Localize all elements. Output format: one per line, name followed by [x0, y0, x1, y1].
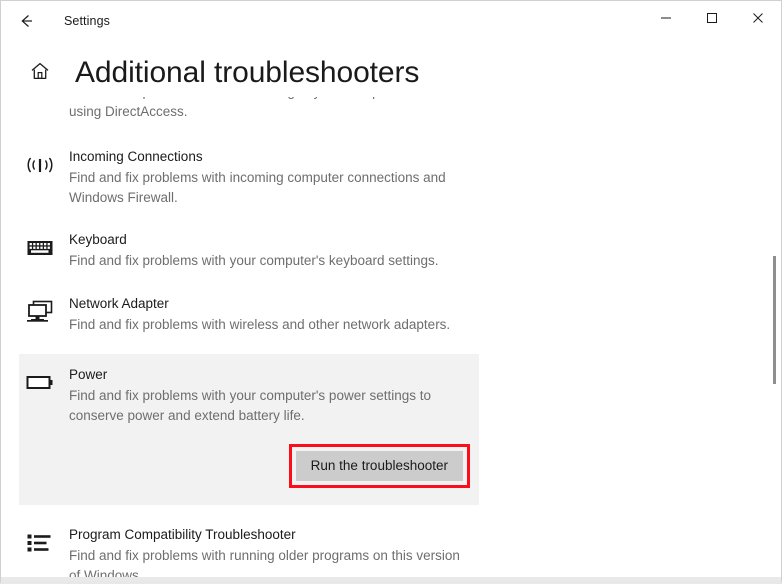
troubleshooter-description: Find and fix problems with incoming comp…	[69, 170, 446, 205]
list-item[interactable]: Keyboard Find and fix problems with your…	[1, 230, 761, 271]
back-button[interactable]	[5, 2, 49, 40]
home-button[interactable]	[27, 60, 53, 86]
scrollbar-thumb[interactable]	[773, 256, 776, 384]
maximize-button[interactable]	[689, 1, 735, 34]
troubleshooter-list-viewport: Find and fix problems with connecting to…	[1, 40, 781, 581]
run-the-troubleshooter-button[interactable]: Run the troubleshooter	[295, 451, 463, 481]
window-caption-buttons	[643, 1, 781, 34]
troubleshooter-description: Find and fix problems with your computer…	[69, 388, 431, 423]
minimize-button[interactable]	[643, 1, 689, 34]
maximize-icon	[706, 12, 718, 24]
minimize-icon	[660, 12, 672, 24]
broadcast-antenna-icon	[26, 147, 60, 207]
settings-window: Settings Additional troubleshooters usin…	[0, 0, 782, 584]
troubleshooter-name: Power	[69, 367, 108, 382]
troubleshooter-name: Network Adapter	[69, 295, 169, 311]
list-item[interactable]: Incoming Connections Find and fix proble…	[1, 147, 761, 207]
battery-icon	[26, 365, 60, 425]
annotation-highlight-box: Run the troubleshooter	[288, 444, 470, 488]
troubleshooter-description: Find and fix problems with running older…	[69, 548, 460, 581]
home-icon	[29, 60, 51, 87]
list-item[interactable]: Network Adapter Find and fix problems wi…	[1, 294, 761, 335]
window-bottom-edge	[1, 577, 781, 581]
app-title: Settings	[64, 13, 110, 28]
vertical-scrollbar[interactable]	[764, 40, 780, 578]
list-item[interactable]: Program Compatibility Troubleshooter Fin…	[1, 525, 761, 581]
network-adapter-icon	[26, 294, 60, 335]
keyboard-icon	[26, 230, 60, 271]
close-icon	[752, 12, 764, 24]
troubleshooter-name: Program Compatibility Troubleshooter	[69, 527, 296, 542]
troubleshooter-description: Find and fix problems with your computer…	[69, 253, 439, 268]
list-item-power[interactable]: Power Find and fix problems with your co…	[19, 354, 479, 505]
troubleshooter-name: Keyboard	[69, 232, 127, 247]
troubleshooter-name: Incoming Connections	[69, 149, 203, 164]
list-icon	[26, 525, 60, 581]
title-bar: Settings	[1, 1, 781, 40]
power-action-row: Run the troubleshooter	[26, 425, 479, 505]
troubleshooter-description: Find and fix problems with wireless and …	[69, 316, 451, 332]
troubleshooter-list: Find and fix problems with connecting to…	[1, 40, 761, 581]
page-header: Additional troubleshooters	[1, 49, 701, 97]
page-title: Additional troubleshooters	[75, 56, 420, 89]
back-arrow-icon	[17, 11, 37, 31]
close-button[interactable]	[735, 1, 781, 34]
